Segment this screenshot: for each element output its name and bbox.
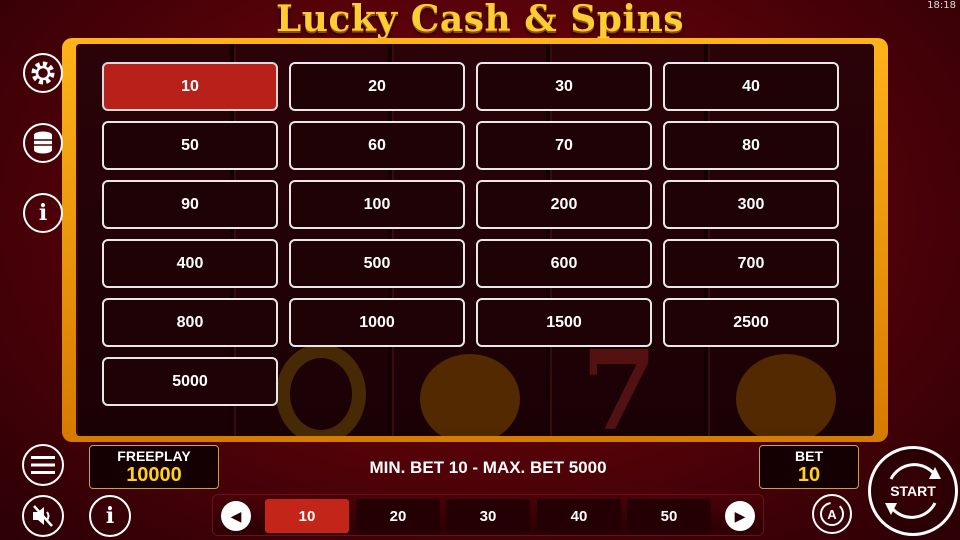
settings-button[interactable]: [23, 53, 63, 93]
bet-option-button[interactable]: 40: [663, 62, 839, 111]
bet-option-button[interactable]: 90: [102, 180, 278, 229]
bet-option-button[interactable]: 200: [476, 180, 652, 229]
quick-bet-option[interactable]: 30: [446, 499, 530, 533]
svg-text:A: A: [827, 507, 837, 522]
previous-bet-button[interactable]: ◀: [221, 501, 251, 531]
sound-toggle-button[interactable]: [22, 495, 64, 537]
bet-option-button[interactable]: 70: [476, 121, 652, 170]
info-icon: i: [105, 503, 115, 529]
bet-option-button[interactable]: 400: [102, 239, 278, 288]
bet-option-button[interactable]: 80: [663, 121, 839, 170]
quick-bet-option[interactable]: 50: [627, 499, 711, 533]
autoplay-icon: A: [820, 502, 844, 526]
gear-icon: [31, 61, 55, 85]
bet-option-button[interactable]: 1500: [476, 298, 652, 347]
bet-option-button[interactable]: 60: [289, 121, 465, 170]
bet-option-button[interactable]: 5000: [102, 357, 278, 406]
quick-bet-option[interactable]: 20: [356, 499, 440, 533]
freeplay-label: FREEPLAY: [117, 448, 191, 464]
freeplay-value: 10000: [126, 464, 182, 486]
bet-option-button[interactable]: 2500: [663, 298, 839, 347]
bet-option-button[interactable]: 1000: [289, 298, 465, 347]
bet-option-button[interactable]: 600: [476, 239, 652, 288]
arrow-right-icon: ▶: [734, 507, 746, 524]
autoplay-button[interactable]: A: [812, 494, 852, 534]
freeplay-panel: FREEPLAY 10000: [89, 445, 219, 489]
muted-speaker-icon: [33, 505, 53, 527]
info-button[interactable]: i: [89, 495, 131, 537]
bet-label: BET: [795, 448, 823, 464]
coins-icon: [34, 131, 52, 154]
bet-option-button[interactable]: 500: [289, 239, 465, 288]
bet-panel: BET 10: [759, 445, 859, 489]
menu-button[interactable]: [22, 444, 64, 486]
start-button[interactable]: START: [868, 446, 958, 536]
game-title: Lucky Cash & Spins: [275, 0, 685, 40]
start-label: START: [890, 483, 936, 499]
quick-bet-selector: ◀ 10 20 30 40 50 ▶: [212, 494, 764, 536]
bet-option-button[interactable]: 30: [476, 62, 652, 111]
paytable-button[interactable]: i: [23, 193, 63, 233]
bet-limits: MIN. BET 10 - MAX. BET 5000: [369, 458, 607, 477]
bet-value: 10: [797, 464, 821, 486]
bet-settings-button[interactable]: [23, 123, 63, 163]
arrow-left-icon: ◀: [230, 507, 242, 524]
quick-bet-option[interactable]: 10: [265, 499, 349, 533]
hamburger-icon: [31, 456, 55, 474]
info-icon: i: [38, 200, 48, 226]
bet-option-button[interactable]: 700: [663, 239, 839, 288]
bet-option-button[interactable]: 50: [102, 121, 278, 170]
next-bet-button[interactable]: ▶: [725, 501, 755, 531]
bet-option-button[interactable]: 20: [289, 62, 465, 111]
bet-option-button[interactable]: 100: [289, 180, 465, 229]
bet-option-button[interactable]: 300: [663, 180, 839, 229]
bet-grid: 10 20 30 40 50 60 70 80 90 100 200 300 400 500 600 700 8…: [102, 62, 839, 406]
bet-option-button[interactable]: 10: [102, 62, 278, 111]
bet-option-button[interactable]: 800: [102, 298, 278, 347]
quick-bet-option[interactable]: 40: [537, 499, 621, 533]
